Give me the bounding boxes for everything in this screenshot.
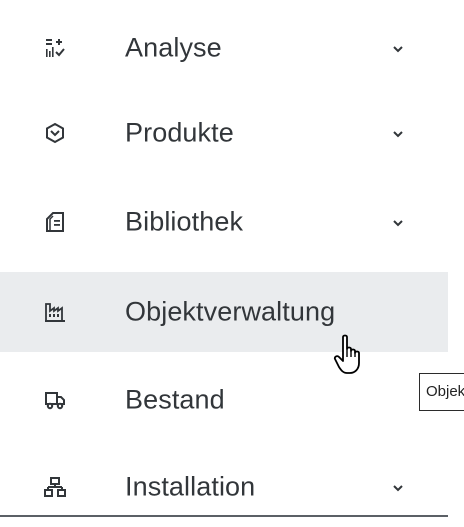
nav-item-label: Bibliothek <box>125 206 244 237</box>
nav-item-label: Objektverwaltung <box>125 296 336 327</box>
product-icon <box>44 122 66 144</box>
chevron-down-icon[interactable] <box>392 128 404 140</box>
nav-item-label: Produkte <box>125 117 234 148</box>
side-navigation: Analyse Produkte Bibliothek Objektverwal… <box>0 0 448 518</box>
analytics-icon <box>44 37 66 59</box>
truck-icon <box>44 389 66 411</box>
chevron-down-icon[interactable] <box>392 482 404 494</box>
library-icon <box>44 211 66 233</box>
nav-item-bibliothek[interactable]: Bibliothek <box>0 182 448 262</box>
bottom-border <box>0 515 448 517</box>
nav-item-label: Installation <box>125 471 256 502</box>
nav-item-analyse[interactable]: Analyse <box>0 8 448 88</box>
hand-cursor-icon <box>333 333 367 377</box>
nav-item-objektverwaltung[interactable]: Objektverwaltung <box>0 272 448 352</box>
factory-icon <box>44 301 66 323</box>
tooltip: Objektverwaltung <box>419 373 464 411</box>
nav-item-produkte[interactable]: Produkte <box>0 93 448 173</box>
chevron-down-icon[interactable] <box>392 217 404 229</box>
hierarchy-icon <box>44 476 66 498</box>
nav-item-label: Bestand <box>125 384 225 415</box>
chevron-down-icon[interactable] <box>392 43 404 55</box>
nav-item-label: Analyse <box>125 32 222 63</box>
nav-item-bestand[interactable]: Bestand <box>0 360 448 440</box>
